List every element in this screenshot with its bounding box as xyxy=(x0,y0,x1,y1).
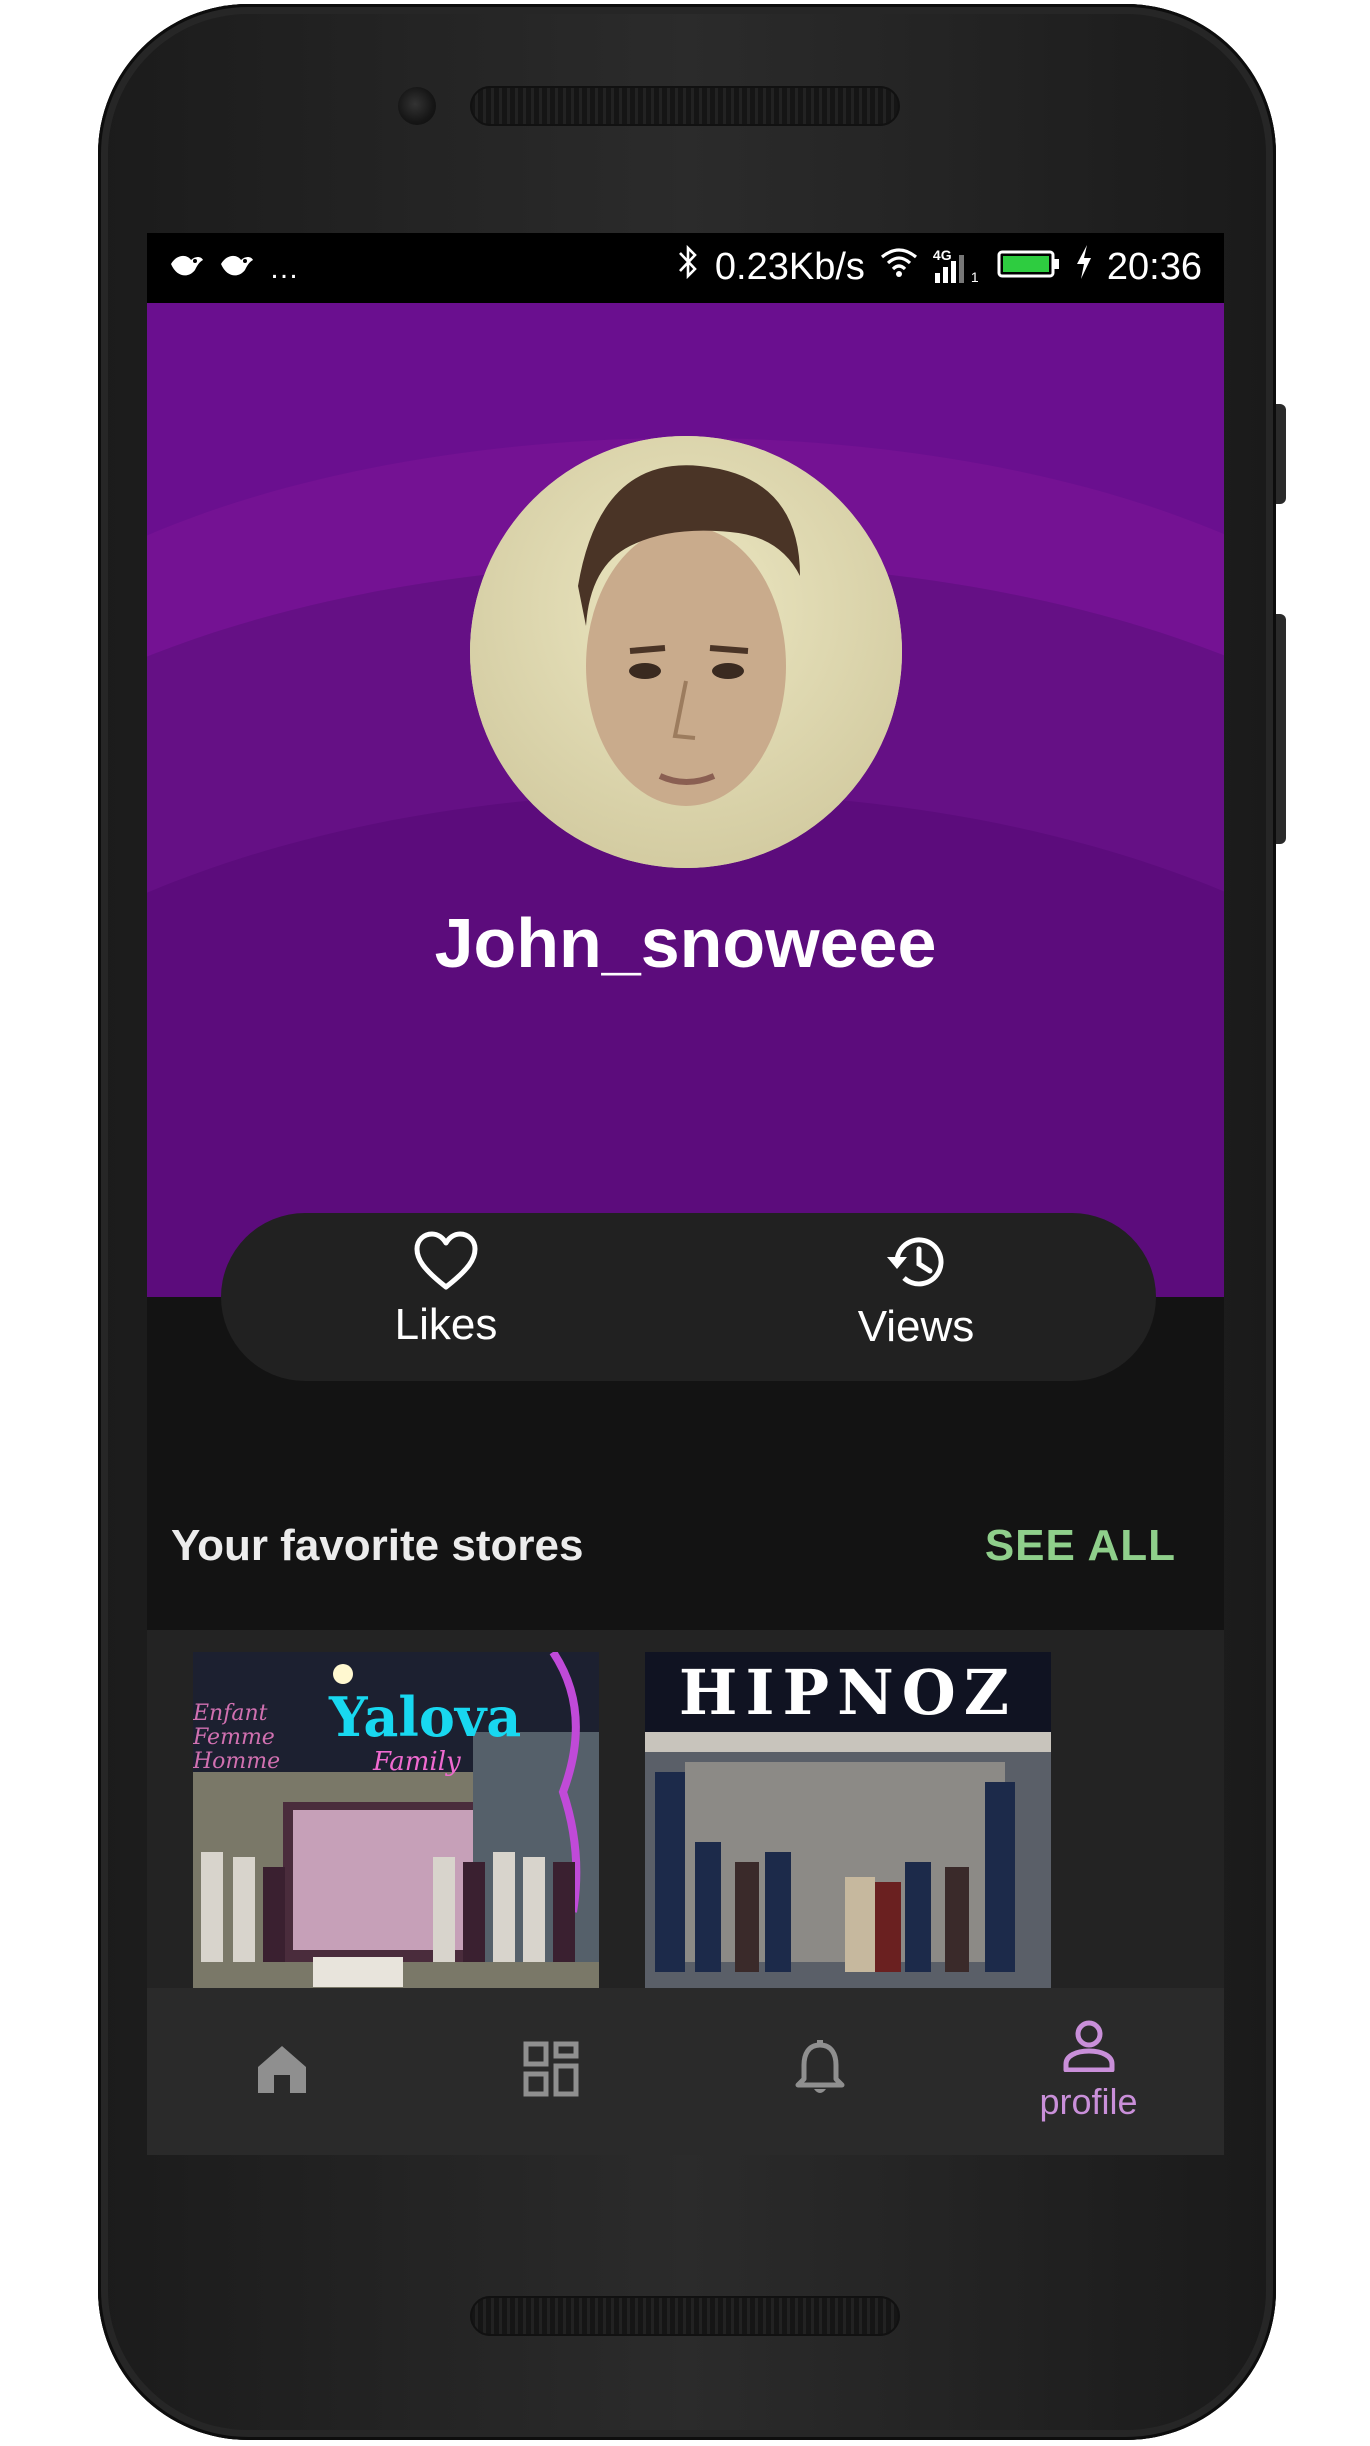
battery-icon xyxy=(997,246,1061,289)
favorite-stores-list: Yalova Family Enfant Femme Homme HIPNOZ xyxy=(147,1630,1224,1990)
app-screen: … 0.23Kb/s 4G 1 20:36 John_snoweee Likes… xyxy=(147,233,1224,2155)
bell-icon xyxy=(794,2039,846,2104)
favorites-title: Your favorite stores xyxy=(171,1521,584,1570)
store-card-hipnoz[interactable]: HIPNOZ xyxy=(645,1652,1051,1990)
front-camera xyxy=(398,87,436,125)
status-bar: … 0.23Kb/s 4G 1 20:36 xyxy=(147,233,1224,303)
store-side-text: Homme xyxy=(193,1749,280,1774)
store-side-text: Femme xyxy=(193,1725,275,1750)
network-speed: 0.23Kb/s xyxy=(714,245,865,288)
wifi-icon xyxy=(879,245,919,289)
username: John_snoweee xyxy=(434,904,937,982)
person-icon xyxy=(1062,2020,1116,2077)
dashboard-icon xyxy=(523,2041,579,2102)
notification-bird-icon xyxy=(169,247,205,290)
store-card-yalova[interactable]: Yalova Family Enfant Femme Homme xyxy=(193,1652,599,1990)
top-speaker xyxy=(470,86,900,126)
home-icon xyxy=(254,2041,310,2102)
likes-label: Likes xyxy=(394,1300,498,1349)
clock: 20:36 xyxy=(1106,245,1202,288)
stats-card: Likes Views xyxy=(221,1213,1156,1381)
views-label: Views xyxy=(857,1302,975,1351)
bottom-speaker xyxy=(470,2296,900,2336)
nav-home[interactable] xyxy=(147,1988,416,2155)
notification-bird-icon xyxy=(219,247,255,290)
nav-notifications[interactable] xyxy=(685,1988,954,2155)
bottom-navigation: profile xyxy=(147,1988,1224,2155)
see-all-button[interactable]: SEE ALL xyxy=(985,1521,1176,1571)
profile-header: John_snoweee xyxy=(147,303,1224,1297)
nav-profile[interactable]: profile xyxy=(954,1988,1223,2155)
nav-dashboard[interactable] xyxy=(416,1988,685,2155)
power-button xyxy=(1276,404,1286,504)
history-icon xyxy=(883,1237,949,1297)
store-sign: HIPNOZ xyxy=(679,1656,1017,1729)
more-notifications-indicator: … xyxy=(269,251,299,285)
bluetooth-icon xyxy=(675,243,701,291)
volume-button xyxy=(1276,614,1286,844)
store-sign-subtext: Family xyxy=(372,1747,461,1777)
charging-icon xyxy=(1075,244,1093,290)
store-side-text: Enfant xyxy=(193,1701,268,1726)
heart-icon xyxy=(413,1231,479,1295)
sim-slot: 1 xyxy=(970,269,979,285)
avatar[interactable] xyxy=(470,436,902,868)
likes-button[interactable]: Likes xyxy=(321,1231,571,1350)
signal-icon: 4G 1 xyxy=(933,247,983,287)
nav-profile-label: profile xyxy=(1039,2081,1138,2122)
views-button[interactable]: Views xyxy=(791,1231,1041,1352)
store-sign: Yalova xyxy=(328,1685,521,1749)
